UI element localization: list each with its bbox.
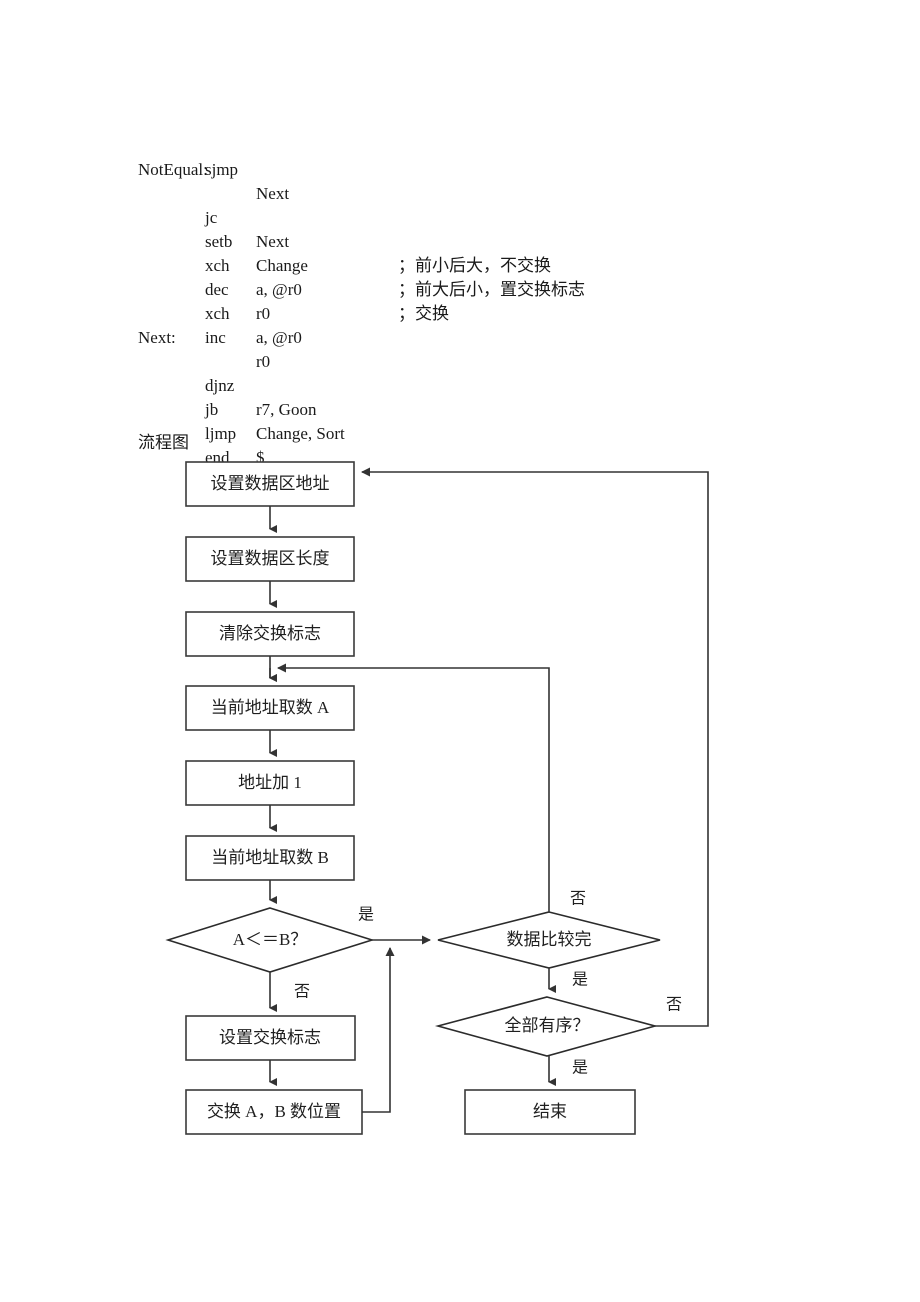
node-cmp-done-label: 数据比较完 <box>507 930 592 949</box>
node-all-sorted: 全部有序？ <box>434 996 659 1057</box>
edge-label-cmp-ab-no: 否 <box>294 984 310 1001</box>
node-set-len: 设置数据区长度 <box>185 536 355 582</box>
node-set-addr: 设置数据区地址 <box>185 461 355 507</box>
node-all-sorted-label: 全部有序？ <box>505 1016 590 1035</box>
node-cmp-done: 数据比较完 <box>437 911 661 969</box>
node-set-swapflag-label: 设置交换标志 <box>219 1028 321 1047</box>
edge-label-all-sorted-yes: 是 <box>572 1060 588 1077</box>
node-set-addr-label: 设置数据区地址 <box>211 474 330 493</box>
node-load-b-label: 当前地址取数 B <box>211 848 329 867</box>
node-load-a: 当前地址取数 A <box>185 685 355 731</box>
edge-label-cmp-done-no: 否 <box>570 891 586 908</box>
node-cmp-ab: A＜＝B？ <box>165 907 375 973</box>
node-end: 结束 <box>464 1089 636 1135</box>
edge-label-cmp-ab-yes: 是 <box>358 907 374 924</box>
node-set-swapflag: 设置交换标志 <box>185 1015 356 1061</box>
edge-swap-ab-to-cmp-done-junction <box>362 947 395 1113</box>
edge-label-cmp-done-yes: 是 <box>572 972 588 989</box>
edge-label-all-sorted-no: 否 <box>666 997 682 1014</box>
node-cmp-ab-label: A＜＝B？ <box>233 930 308 949</box>
node-swap-ab: 交换 A，B 数位置 <box>185 1089 363 1135</box>
node-swap-ab-label: 交换 A，B 数位置 <box>207 1102 341 1121</box>
node-addr-inc-label: 地址加 1 <box>238 773 302 792</box>
node-set-len-label: 设置数据区长度 <box>211 549 330 568</box>
node-clear-flag-label: 清除交换标志 <box>219 624 321 643</box>
node-load-a-label: 当前地址取数 A <box>211 698 330 717</box>
node-load-b: 当前地址取数 B <box>185 835 355 881</box>
node-end-label: 结束 <box>533 1102 567 1121</box>
node-clear-flag: 清除交换标志 <box>185 611 355 657</box>
node-addr-inc: 地址加 1 <box>185 760 355 806</box>
sorting-flowchart: 设置数据区地址 设置数据区长度 清除交换标志 当前地址取数 A 地址加 1 当前… <box>165 461 709 1135</box>
